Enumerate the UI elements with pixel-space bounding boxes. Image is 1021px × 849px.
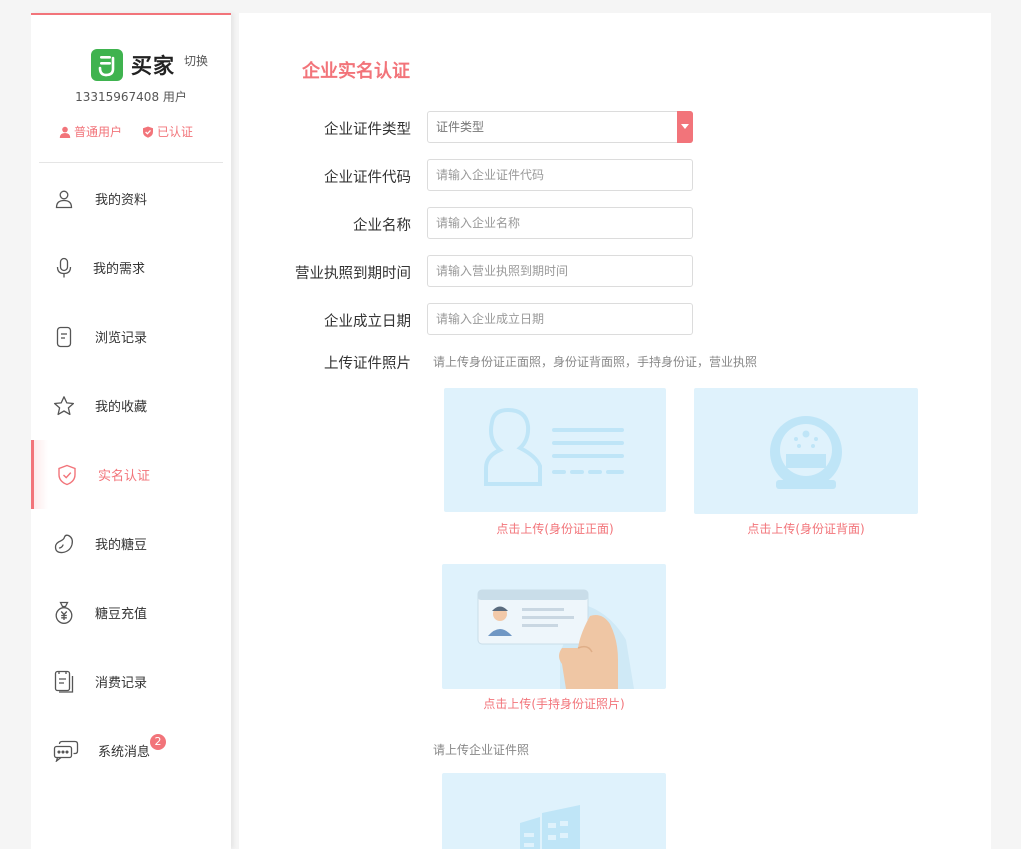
cert-type-value: 证件类型 <box>436 120 485 134</box>
national-emblem-placeholder-icon <box>770 416 842 489</box>
user-badges: 普通用户 已认证 <box>59 123 193 140</box>
upload-id-handheld[interactable] <box>442 564 666 689</box>
form-row-cert-code: 企业证件代码 <box>239 159 991 191</box>
sidebar-item-favorites[interactable]: 我的收藏 <box>31 371 231 440</box>
upload-company-certificate[interactable] <box>442 773 666 849</box>
company-name-input[interactable] <box>427 207 693 239</box>
form-row-company-name: 企业名称 <box>239 207 991 239</box>
upload-id-front[interactable] <box>444 388 666 512</box>
sidebar-item-label: 我的糖豆 <box>95 538 148 553</box>
sidebar-menu: 我的资料 我的需求 浏览记录 我的收藏 实名认证 我的糖豆 糖豆充值 消费记录 … <box>31 164 231 785</box>
upload-id-back-caption[interactable]: 点击上传(身份证背面) <box>694 520 918 537</box>
sidebar-item-history[interactable]: 浏览记录 <box>31 302 231 371</box>
unread-count-badge: 2 <box>150 734 167 750</box>
sidebar-item-profile[interactable]: 我的资料 <box>31 164 231 233</box>
badge-verified: 已认证 <box>142 123 193 140</box>
sidebar-item-text: 系统消息 <box>98 745 151 760</box>
user-icon <box>53 188 75 210</box>
sidebar-item-label: 实名认证 <box>98 469 151 484</box>
form-row-cert-type: 企业证件类型 证件类型 <box>239 111 991 143</box>
badge-normal-user-label: 普通用户 <box>74 125 123 139</box>
sidebar: 买家 切换 13315967408 用户 普通用户 已认证 我的资料 我的需求 <box>31 13 231 849</box>
license-expiry-input[interactable] <box>427 255 693 287</box>
shield-check-icon <box>56 464 78 486</box>
cert-type-select[interactable]: 证件类型 <box>427 111 693 143</box>
microphone-icon <box>53 257 75 279</box>
upload-id-front-caption[interactable]: 点击上传(身份证正面) <box>444 520 666 537</box>
brand: 买家 <box>91 48 175 82</box>
sidebar-item-label: 我的需求 <box>93 262 146 277</box>
founding-date-input[interactable] <box>427 303 693 335</box>
upload-company-hint: 请上传企业证件照 <box>433 743 530 757</box>
sidebar-item-label: 消费记录 <box>95 676 148 691</box>
sidebar-item-label: 糖豆充值 <box>95 607 148 622</box>
upload-hint: 请上传身份证正面照，身份证背面照，手持身份证，营业执照 <box>433 355 758 369</box>
person-icon <box>59 126 71 138</box>
sidebar-item-spending[interactable]: 消费记录 <box>31 647 231 716</box>
account-phone: 13315967408 用户 <box>75 90 187 104</box>
company-name-label: 企业名称 <box>353 218 411 234</box>
id-front-placeholder-icon <box>484 407 624 486</box>
chevron-down-icon[interactable] <box>677 111 693 143</box>
handheld-id-illustration <box>477 589 634 689</box>
sidebar-item-label: 系统消息 2 <box>98 734 167 760</box>
form-row-license-expiry: 营业执照到期时间 <box>239 255 991 287</box>
chat-icon <box>53 740 79 762</box>
sidebar-divider <box>39 162 223 163</box>
cert-type-label: 企业证件类型 <box>324 122 411 138</box>
badge-normal-user: 普通用户 <box>59 123 122 140</box>
sidebar-item-beans[interactable]: 我的糖豆 <box>31 509 231 578</box>
shield-icon <box>143 126 154 138</box>
sidebar-item-label: 我的收藏 <box>95 400 148 415</box>
sidebar-item-verification[interactable]: 实名认证 <box>31 440 231 509</box>
page-title: 企业实名认证 <box>302 61 410 82</box>
sidebar-item-label: 浏览记录 <box>95 331 148 346</box>
receipt-icon <box>53 670 75 693</box>
license-expiry-label: 营业执照到期时间 <box>295 266 411 282</box>
upload-id-handheld-caption[interactable]: 点击上传(手持身份证照片) <box>442 695 666 712</box>
founding-date-label: 企业成立日期 <box>324 314 411 330</box>
sidebar-item-label: 我的资料 <box>95 193 148 208</box>
sidebar-item-demands[interactable]: 我的需求 <box>31 233 231 302</box>
history-icon <box>53 326 75 348</box>
cert-code-label: 企业证件代码 <box>324 170 411 186</box>
upload-id-back[interactable] <box>694 388 918 514</box>
bean-icon <box>53 533 75 555</box>
star-icon <box>53 395 75 417</box>
brand-logo-icon <box>91 49 123 81</box>
switch-role-link[interactable]: 切换 <box>184 52 208 69</box>
sidebar-item-messages[interactable]: 系统消息 2 <box>31 716 231 785</box>
building-placeholder-icon <box>520 805 580 849</box>
main-panel: 企业实名认证 企业证件类型 证件类型 企业证件代码 企业名称 营业执照到期时间 … <box>239 13 991 849</box>
brand-name: 买家 <box>131 54 175 78</box>
upload-label: 上传证件照片 <box>324 356 411 372</box>
form-row-founding-date: 企业成立日期 <box>239 303 991 335</box>
badge-verified-label: 已认证 <box>157 125 194 139</box>
cert-code-input[interactable] <box>427 159 693 191</box>
money-bag-icon <box>53 601 75 624</box>
sidebar-item-recharge[interactable]: 糖豆充值 <box>31 578 231 647</box>
